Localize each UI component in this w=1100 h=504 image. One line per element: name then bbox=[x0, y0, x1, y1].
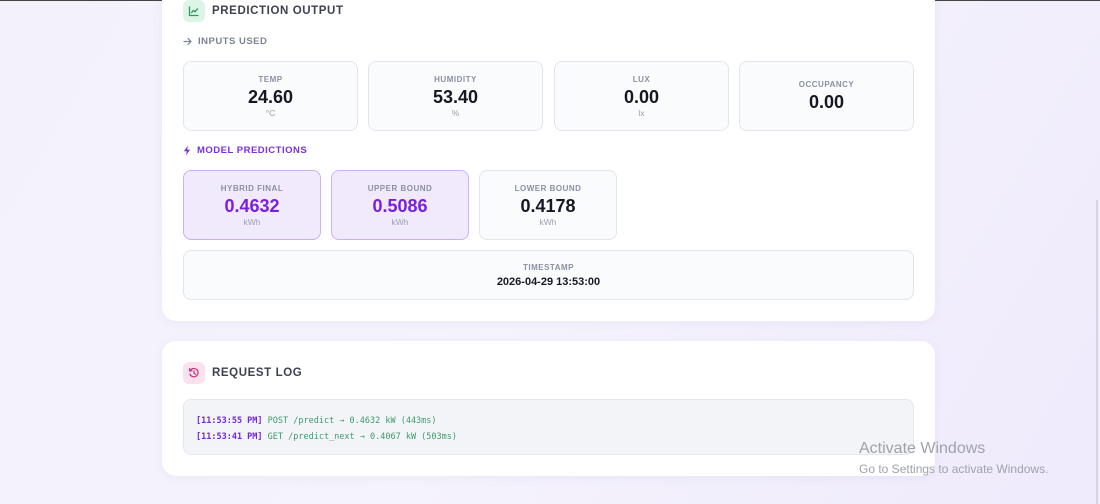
input-label: HUMIDITY bbox=[434, 74, 477, 84]
timestamp-value: 2026-04-29 13:53:00 bbox=[496, 275, 601, 288]
input-tile-temp: TEMP 24.60 °C bbox=[183, 61, 358, 131]
inputs-used-heading: INPUTS USED bbox=[183, 36, 267, 47]
prediction-tile-hybrid-final: HYBRID FINAL 0.4632 kWh bbox=[183, 170, 321, 240]
log-time: [11:53:41 PM] bbox=[196, 432, 263, 442]
prediction-unit: kWh bbox=[243, 216, 261, 227]
input-tile-lux: LUX 0.00 lx bbox=[554, 61, 729, 131]
prediction-label: LOWER BOUND bbox=[514, 183, 582, 193]
log-message: POST /predict → 0.4632 kW (443ms) bbox=[267, 416, 437, 426]
prediction-label: UPPER BOUND bbox=[367, 183, 433, 193]
request-log-list: [11:53:55 PM] POST /predict → 0.4632 kW … bbox=[183, 399, 914, 455]
input-unit: % bbox=[451, 107, 460, 118]
history-icon bbox=[183, 362, 205, 384]
prediction-value: 0.4178 bbox=[520, 195, 576, 216]
log-message: GET /predict_next → 0.4067 kW (503ms) bbox=[267, 432, 458, 442]
watermark-subtitle: Go to Settings to activate Windows. bbox=[859, 462, 1049, 476]
prediction-output-card: PREDICTION OUTPUT INPUTS USED TEMP 24.60… bbox=[162, 0, 935, 321]
request-log-header: REQUEST LOG bbox=[183, 362, 302, 384]
watermark-title: Activate Windows bbox=[859, 440, 986, 457]
timestamp-box: TIMESTAMP 2026-04-29 13:53:00 bbox=[183, 250, 914, 300]
line-chart-icon bbox=[183, 0, 205, 22]
inputs-used-label: INPUTS USED bbox=[198, 36, 268, 47]
model-predictions-label: MODEL PREDICTIONS bbox=[197, 145, 308, 156]
input-unit: °C bbox=[265, 107, 276, 118]
log-entry: [11:53:41 PM] GET /predict_next → 0.4067… bbox=[196, 429, 901, 445]
arrow-right-icon bbox=[183, 37, 192, 46]
prediction-label: HYBRID FINAL bbox=[220, 183, 284, 193]
prediction-tile-upper-bound: UPPER BOUND 0.5086 kWh bbox=[331, 170, 469, 240]
prediction-output-title: PREDICTION OUTPUT bbox=[212, 5, 344, 17]
input-value: 53.40 bbox=[432, 86, 479, 107]
input-label: TEMP bbox=[258, 74, 283, 84]
prediction-value: 0.5086 bbox=[372, 195, 428, 216]
prediction-output-header: PREDICTION OUTPUT bbox=[183, 0, 344, 22]
prediction-unit: kWh bbox=[539, 216, 557, 227]
input-unit: lx bbox=[638, 107, 645, 118]
page-scrollbar[interactable] bbox=[1096, 200, 1098, 504]
timestamp-label: TIMESTAMP bbox=[522, 262, 574, 272]
input-value: 0.00 bbox=[808, 91, 845, 112]
prediction-tile-lower-bound: LOWER BOUND 0.4178 kWh bbox=[479, 170, 617, 240]
model-predictions-heading: MODEL PREDICTIONS bbox=[183, 145, 307, 156]
request-log-title: REQUEST LOG bbox=[212, 367, 303, 379]
log-time: [11:53:55 PM] bbox=[196, 416, 263, 426]
prediction-value: 0.4632 bbox=[224, 195, 280, 216]
request-log-card: REQUEST LOG [11:53:55 PM] POST /predict … bbox=[162, 341, 935, 476]
lightning-icon bbox=[183, 145, 191, 156]
activate-windows-watermark: Activate Windows Go to Settings to activ… bbox=[859, 439, 1048, 478]
input-value: 0.00 bbox=[623, 86, 660, 107]
input-tile-humidity: HUMIDITY 53.40 % bbox=[368, 61, 543, 131]
input-label: LUX bbox=[632, 74, 651, 84]
input-tile-occupancy: OCCUPANCY 0.00 bbox=[739, 61, 914, 131]
log-entry: [11:53:55 PM] POST /predict → 0.4632 kW … bbox=[196, 413, 901, 429]
input-value: 24.60 bbox=[247, 86, 294, 107]
prediction-unit: kWh bbox=[391, 216, 409, 227]
input-label: OCCUPANCY bbox=[798, 79, 855, 89]
